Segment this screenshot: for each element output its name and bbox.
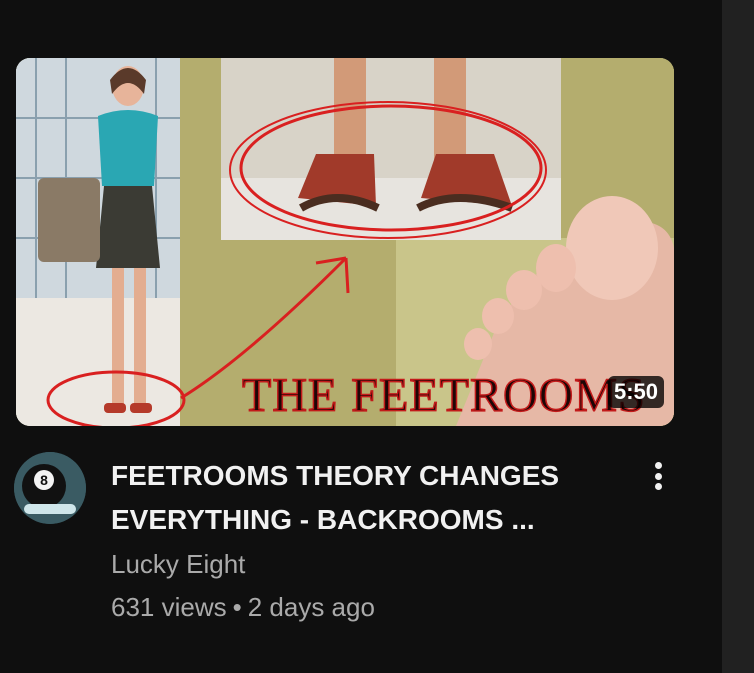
menu-dot xyxy=(654,462,662,469)
view-count: 631 views xyxy=(111,592,227,622)
menu-dot xyxy=(654,472,662,480)
eight-ball-avatar-icon: 8 xyxy=(14,452,86,524)
video-thumbnail[interactable]: THE FEETROOMS 5:50 xyxy=(16,58,674,426)
channel-avatar[interactable]: 8 xyxy=(14,452,86,524)
video-title-line2: EVERYTHING - BACKROOMS ... xyxy=(111,504,535,535)
svg-text:8: 8 xyxy=(40,472,48,488)
video-title[interactable]: FEETROOMS THEORY CHANGES EVERYTHING - BA… xyxy=(111,454,611,542)
video-stats: 631 views • 2 days ago xyxy=(111,592,375,623)
channel-name[interactable]: Lucky Eight xyxy=(111,549,245,580)
scrollbar-track[interactable] xyxy=(722,0,754,673)
more-vertical-icon[interactable] xyxy=(645,456,671,496)
menu-dot xyxy=(654,483,662,490)
thumbnail-overlay-text: THE FEETROOMS xyxy=(241,368,646,423)
meta-separator: • xyxy=(232,592,242,622)
duration-badge: 5:50 xyxy=(607,376,664,408)
video-meta: 8 FEETROOMS THEORY CHANGES EVERYTHING - … xyxy=(14,452,714,652)
upload-age: 2 days ago xyxy=(247,592,375,622)
video-title-line1: FEETROOMS THEORY CHANGES xyxy=(111,460,560,491)
